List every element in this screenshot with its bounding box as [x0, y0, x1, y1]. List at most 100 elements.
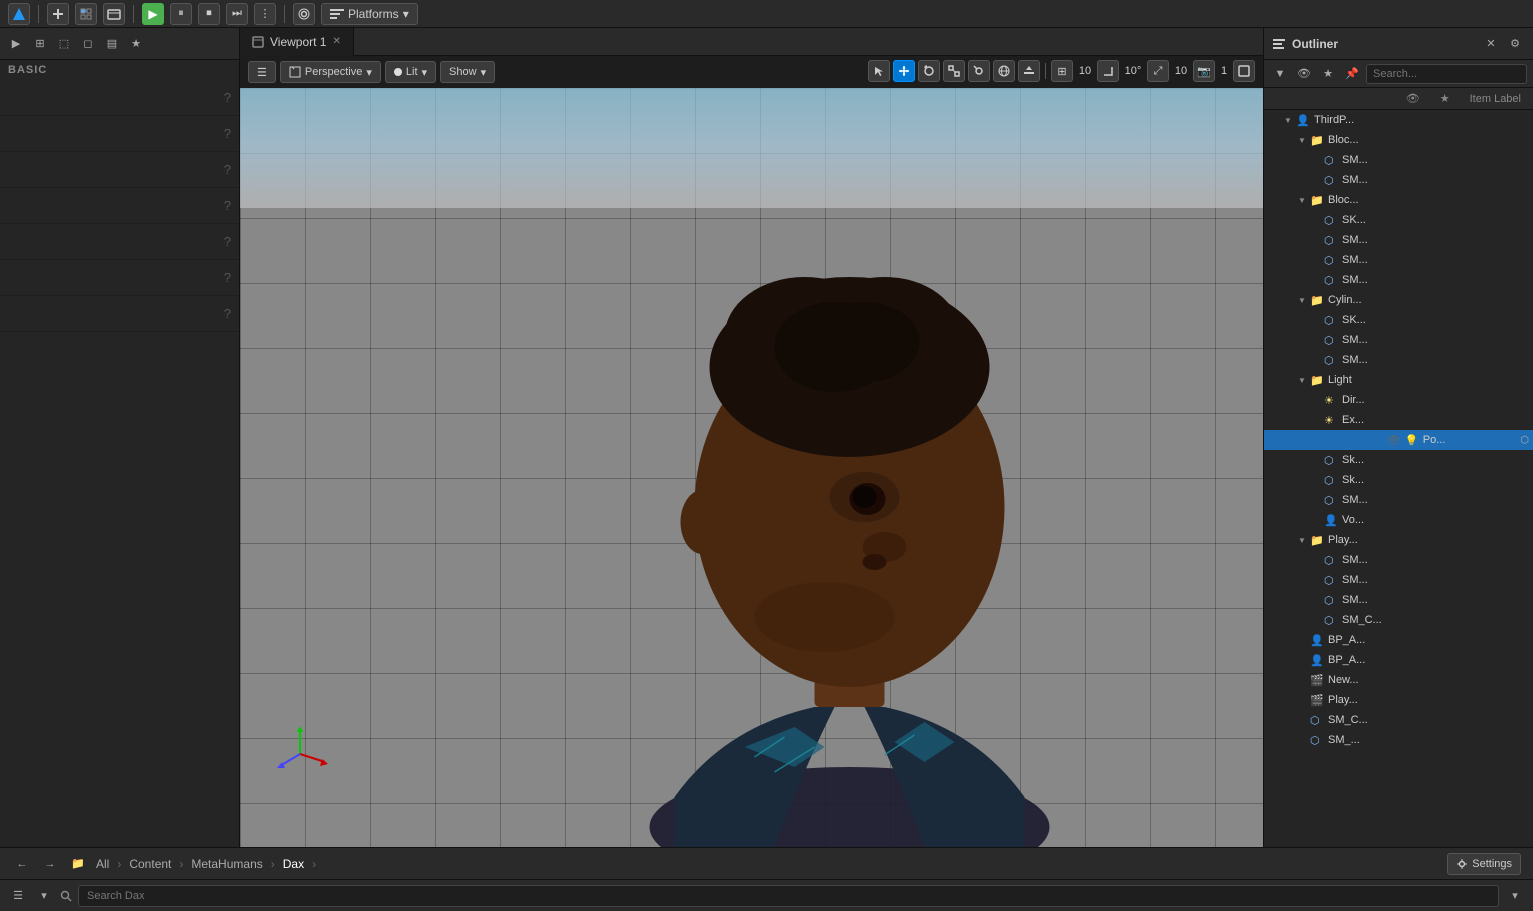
- tree-item-bloc2[interactable]: ▼ 📁 Bloc...: [1264, 190, 1533, 210]
- outliner-eye-filter-btn[interactable]: 👁: [1294, 64, 1314, 84]
- breadcrumb-content[interactable]: Content: [129, 857, 171, 871]
- help-icon-5[interactable]: ?: [224, 234, 231, 249]
- outliner-star-filter-btn[interactable]: ★: [1318, 64, 1338, 84]
- breadcrumb-all[interactable]: All: [96, 857, 109, 871]
- tree-item-new[interactable]: 🎬 New...: [1264, 670, 1533, 690]
- play-button[interactable]: ▶: [142, 3, 164, 25]
- tree-item-sk4[interactable]: ⬡ Sk...: [1264, 470, 1533, 490]
- scale-snap-btn[interactable]: ⤢: [1147, 60, 1169, 82]
- tree-item-sm-last[interactable]: ⬡ SM_...: [1264, 730, 1533, 750]
- settings-icon-btn[interactable]: [293, 3, 315, 25]
- settings-btn[interactable]: Settings: [1447, 853, 1521, 875]
- back-btn[interactable]: ←: [12, 854, 32, 874]
- panel-layout-icon[interactable]: ⬚: [54, 34, 74, 54]
- outliner-tree[interactable]: ▼ 👤 ThirdP... ▼ 📁 Bloc... ⬡ SM... ⬡ SM..…: [1264, 110, 1533, 847]
- maximize-btn[interactable]: [1233, 60, 1255, 82]
- folder-icon-btn[interactable]: 📁: [68, 854, 88, 874]
- panel-box-icon[interactable]: ◻: [78, 34, 98, 54]
- select-tool-btn[interactable]: [868, 60, 890, 82]
- transform-tool-btn[interactable]: [968, 60, 990, 82]
- rotate-tool-btn[interactable]: [918, 60, 940, 82]
- tree-item-cylin[interactable]: ▼ 📁 Cylin...: [1264, 290, 1533, 310]
- tree-item-bp2[interactable]: 👤 BP_A...: [1264, 650, 1533, 670]
- camera-speed-btn[interactable]: 📷: [1193, 60, 1215, 82]
- platforms-button[interactable]: Platforms ▾: [321, 3, 418, 25]
- tree-item-play-folder[interactable]: ▼ 📁 Play...: [1264, 530, 1533, 550]
- angle-snap-btn[interactable]: [1097, 60, 1119, 82]
- logo-btn[interactable]: [8, 3, 30, 25]
- pause-button[interactable]: ⏸: [170, 3, 192, 25]
- tree-item-sm10[interactable]: ⬡ SM...: [1264, 570, 1533, 590]
- globe-tool-btn[interactable]: [993, 60, 1015, 82]
- perspective-btn[interactable]: Perspective ▾: [280, 61, 381, 83]
- tree-item-sm6[interactable]: ⬡ SM...: [1264, 330, 1533, 350]
- filter-chevron-btn[interactable]: ▾: [34, 886, 54, 906]
- help-icon-2[interactable]: ?: [224, 126, 231, 141]
- viewport-close-icon[interactable]: ✕: [332, 36, 340, 47]
- tree-item-thirdp[interactable]: ▼ 👤 ThirdP...: [1264, 110, 1533, 130]
- outliner-search-input[interactable]: [1366, 64, 1527, 84]
- breadcrumb-metahumans[interactable]: MetaHumans: [191, 857, 262, 871]
- show-btn[interactable]: Show ▾: [440, 61, 495, 83]
- tree-item-sk1[interactable]: ⬡ SK...: [1264, 210, 1533, 230]
- tree-item-sm8[interactable]: ⬡ SM...: [1264, 490, 1533, 510]
- tree-item-ex[interactable]: ☀ Ex...: [1264, 410, 1533, 430]
- tree-item-sm4[interactable]: ⬡ SM...: [1264, 250, 1533, 270]
- panel-grid-icon[interactable]: ⊞: [30, 34, 50, 54]
- viewport-tab-1[interactable]: Viewport 1 ✕: [240, 28, 354, 56]
- tree-item-dir[interactable]: ☀ Dir...: [1264, 390, 1533, 410]
- outliner-close-btn[interactable]: ✕: [1481, 34, 1501, 54]
- tree-label-bp1: BP_A...: [1328, 634, 1365, 646]
- mesh-icon-sm9: ⬡: [1324, 554, 1340, 567]
- outliner-filter-btn[interactable]: ▼: [1270, 64, 1290, 84]
- content-search-input[interactable]: [78, 885, 1499, 907]
- viewport-tab-label: Viewport 1: [270, 35, 326, 49]
- forward-btn[interactable]: →: [40, 854, 60, 874]
- help-icon-7[interactable]: ?: [224, 306, 231, 321]
- panel-star-icon[interactable]: ★: [126, 34, 146, 54]
- mesh-icon-sm4: ⬡: [1324, 254, 1340, 267]
- add-btn[interactable]: [47, 3, 69, 25]
- surface-snap-btn[interactable]: [1018, 60, 1040, 82]
- tree-item-sm5[interactable]: ⬡ SM...: [1264, 270, 1533, 290]
- search-options-btn[interactable]: ▾: [1505, 886, 1525, 906]
- outliner-settings-icon[interactable]: ⚙: [1505, 34, 1525, 54]
- lit-btn[interactable]: Lit ▾: [385, 61, 436, 83]
- tree-item-sm-c[interactable]: ⬡ SM_C...: [1264, 610, 1533, 630]
- tree-item-smc2[interactable]: ⬡ SM_C...: [1264, 710, 1533, 730]
- viewport-inner[interactable]: ☰ Perspective ▾ Lit ▾ Show ▾: [240, 56, 1263, 847]
- tree-arrow-thirdp: ▼: [1284, 116, 1296, 125]
- tree-item-po[interactable]: 👁 💡 Po... ⬡: [1264, 430, 1533, 450]
- help-icon-6[interactable]: ?: [224, 270, 231, 285]
- filter-options-btn[interactable]: ☰: [8, 886, 28, 906]
- tree-item-sm7[interactable]: ⬡ SM...: [1264, 350, 1533, 370]
- skip-button[interactable]: ⏭: [226, 3, 248, 25]
- help-icon-3[interactable]: ?: [224, 162, 231, 177]
- help-icon-4[interactable]: ?: [224, 198, 231, 213]
- tree-item-bp1[interactable]: 👤 BP_A...: [1264, 630, 1533, 650]
- more-options-btn[interactable]: ⋮: [254, 3, 276, 25]
- help-icon-1[interactable]: ?: [224, 90, 231, 105]
- tree-item-sm2[interactable]: ⬡ SM...: [1264, 170, 1533, 190]
- content-btn[interactable]: [103, 3, 125, 25]
- move-tool-btn[interactable]: [893, 60, 915, 82]
- tree-item-sm1[interactable]: ⬡ SM...: [1264, 150, 1533, 170]
- tree-item-sm3[interactable]: ⬡ SM...: [1264, 230, 1533, 250]
- tree-item-sk2[interactable]: ⬡ SK...: [1264, 310, 1533, 330]
- scale-tool-btn[interactable]: [943, 60, 965, 82]
- stop-button[interactable]: ⏹: [198, 3, 220, 25]
- tree-item-player[interactable]: 🎬 Play...: [1264, 690, 1533, 710]
- panel-play-icon[interactable]: ▶: [6, 34, 26, 54]
- tree-item-sk3[interactable]: ⬡ Sk...: [1264, 450, 1533, 470]
- vp-hamburger-btn[interactable]: ☰: [248, 61, 276, 83]
- grid-snap-btn[interactable]: ⊞: [1051, 60, 1073, 82]
- panel-row-5: ?: [0, 224, 239, 260]
- panel-list-icon[interactable]: ▤: [102, 34, 122, 54]
- tree-item-vo[interactable]: 👤 Vo...: [1264, 510, 1533, 530]
- tree-item-sm9[interactable]: ⬡ SM...: [1264, 550, 1533, 570]
- tree-item-sm11[interactable]: ⬡ SM...: [1264, 590, 1533, 610]
- tree-item-bloc1[interactable]: ▼ 📁 Bloc...: [1264, 130, 1533, 150]
- tree-item-light-folder[interactable]: ▼ 📁 Light: [1264, 370, 1533, 390]
- outliner-pin-filter-btn[interactable]: 📌: [1342, 64, 1362, 84]
- blueprint-btn[interactable]: [75, 3, 97, 25]
